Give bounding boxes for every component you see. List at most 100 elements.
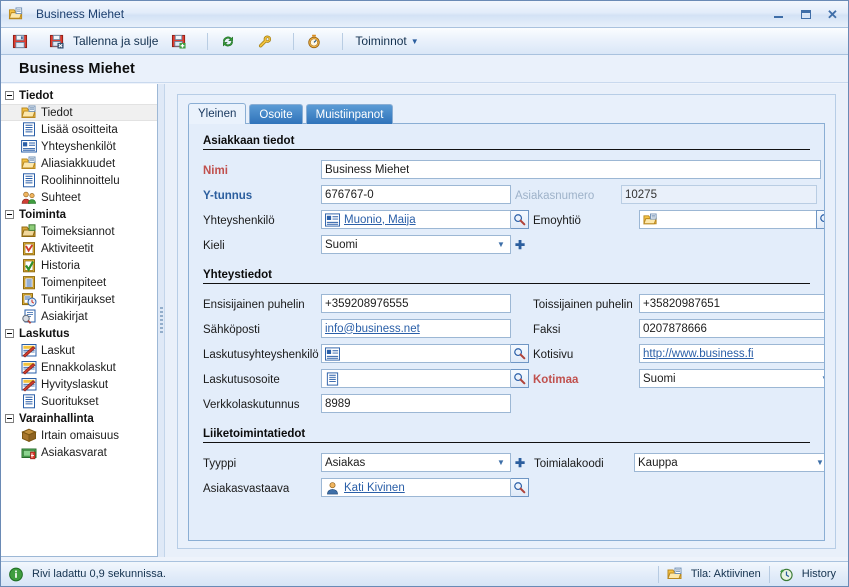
sidebar-item-toimenpiteet[interactable]: Toimenpiteet	[1, 274, 157, 291]
sidebar-item-laskut[interactable]: Laskut	[1, 342, 157, 359]
timer-button[interactable]	[301, 30, 335, 52]
input-laskutusyhteyshenkilo[interactable]	[321, 344, 511, 363]
value-sahkoposti[interactable]: info@business.net	[325, 323, 420, 335]
input-emoyhtio[interactable]	[639, 210, 824, 229]
label-kieli: Kieli	[203, 239, 225, 252]
sidebar-item-label: Toimeksiannot	[41, 225, 115, 238]
value-asiakasnumero: 10275	[625, 188, 657, 201]
page-title: Business Miehet	[19, 60, 135, 77]
sidebar-item-tiedot[interactable]: Tiedot	[1, 104, 157, 121]
sidebar-item-label: Laskut	[41, 344, 75, 357]
sidebar-item-aktiviteetit[interactable]: Aktiviteetit	[1, 240, 157, 257]
search-button-emoyhtio[interactable]	[816, 210, 824, 229]
label-verkkolaskutunnus: Verkkolaskutunnus	[203, 398, 300, 411]
search-button-laskutusosoite[interactable]	[510, 369, 529, 388]
sidebar-item-label: Aliasiakkuudet	[41, 157, 116, 170]
status-state-item[interactable]: Tila: Aktiivinen	[659, 564, 769, 584]
tab-strip: Yleinen Osoite Muistiinpanot	[188, 103, 825, 124]
input-sahkoposti[interactable]: info@business.net	[321, 319, 511, 338]
sidebar-item-asiakasvarat[interactable]: Asiakasvarat	[1, 444, 157, 461]
value-kotisivu[interactable]: http://www.business.fi	[643, 348, 754, 360]
sidebar-item-suhteet[interactable]: Suhteet	[1, 189, 157, 206]
input-faksi[interactable]: 0207878666	[639, 319, 824, 338]
value-kotimaa: Suomi	[643, 372, 676, 385]
chevron-down-icon[interactable]: ▼	[495, 240, 507, 249]
value-asiakasvastaava[interactable]: Kati Kivinen	[344, 482, 405, 494]
collapse-icon[interactable]	[5, 210, 14, 219]
sidebar-item-lis-osoitteita[interactable]: Lisää osoitteita	[1, 121, 157, 138]
sidebar-group-tiedot[interactable]: Tiedot	[1, 87, 157, 104]
collapse-icon[interactable]	[5, 329, 14, 338]
select-toimialakoodi[interactable]: Kauppa ▼	[634, 453, 824, 472]
sidebar-group-varainhallinta[interactable]: Varainhallinta	[1, 410, 157, 427]
add-button-kieli[interactable]: ✚	[514, 238, 526, 252]
form-row-yhteyshenkilo: Yhteyshenkilö Muonio, Maija Emoyhtiö	[203, 207, 824, 232]
close-button[interactable]: ✕	[819, 4, 846, 25]
sidebar-item-toimeksiannot[interactable]: Toimeksiannot	[1, 223, 157, 240]
sidebar-item-asiakirjat[interactable]: Asiakirjat	[1, 308, 157, 325]
collapse-icon[interactable]	[5, 91, 14, 100]
input-toissijainen-puhelin[interactable]: +35820987651	[639, 294, 824, 313]
sidebar-item-suoritukset[interactable]: Suoritukset	[1, 393, 157, 410]
sidebar-item-label: Toimenpiteet	[41, 276, 107, 289]
search-button-asiakasvastaava[interactable]	[510, 478, 529, 497]
select-tyyppi[interactable]: Asiakas ▼	[321, 453, 511, 472]
chevron-down-icon[interactable]: ▼	[819, 374, 824, 383]
status-history-item[interactable]: History	[770, 564, 844, 584]
sidebar-item-irtain-omaisuus[interactable]: Irtain omaisuus	[1, 427, 157, 444]
input-kotisivu[interactable]: http://www.business.fi	[639, 344, 824, 363]
form-row-nimi: Nimi Business Miehet	[203, 157, 821, 182]
collapse-icon[interactable]	[5, 414, 14, 423]
save-button[interactable]	[7, 30, 41, 52]
tab-osoite[interactable]: Osoite	[249, 104, 303, 124]
select-kotimaa[interactable]: Suomi ▼	[639, 369, 824, 388]
search-icon	[820, 214, 824, 223]
save-and-close-button[interactable]: Tallenna ja sulje	[44, 30, 163, 52]
input-ensisijainen-puhelin[interactable]: +359208976555	[321, 294, 511, 313]
input-ytunnus[interactable]: 676767-0	[321, 185, 511, 204]
value-yhteyshenkilo[interactable]: Muonio, Maija	[344, 214, 416, 226]
label-laskutusyhteyshenkilo: Laskutusyhteyshenkilö	[203, 348, 319, 361]
search-button-yhteyshenkilo[interactable]	[510, 210, 529, 229]
label-emoyhtio: Emoyhtiö	[533, 214, 581, 227]
select-kieli[interactable]: Suomi ▼	[321, 235, 511, 254]
tab-muistiinpanot[interactable]: Muistiinpanot	[305, 104, 394, 124]
minimize-button[interactable]	[765, 4, 792, 25]
search-icon	[514, 482, 526, 494]
sidebar-item-roolihinnoittelu[interactable]: Roolihinnoittelu	[1, 172, 157, 189]
sidebar-group-laskutus[interactable]: Laskutus	[1, 325, 157, 342]
sidebar-group-label: Laskutus	[19, 327, 70, 340]
label-faksi: Faksi	[533, 323, 561, 336]
label-yhteyshenkilo: Yhteyshenkilö	[203, 214, 275, 227]
sidebar-item-ennakkolaskut[interactable]: Ennakkolaskut	[1, 359, 157, 376]
input-nimi[interactable]: Business Miehet	[321, 160, 821, 179]
input-verkkolaskutunnus[interactable]: 8989	[321, 394, 511, 413]
input-yhteyshenkilo[interactable]: Muonio, Maija	[321, 210, 511, 229]
sidebar-group-toiminta[interactable]: Toiminta	[1, 206, 157, 223]
folder-open-icon	[21, 105, 36, 118]
sidebar-item-hyvityslaskut[interactable]: Hyvityslaskut	[1, 376, 157, 393]
stopwatch-icon	[308, 34, 321, 48]
refresh-button[interactable]	[215, 30, 249, 52]
value-toissijainen-puhelin: +35820987651	[643, 297, 721, 310]
sidebar-item-tuntikirjaukset[interactable]: Tuntikirjaukset	[1, 291, 157, 308]
sidebar-item-label: Irtain omaisuus	[41, 429, 119, 442]
sidebar-item-historia[interactable]: Historia	[1, 257, 157, 274]
sidebar-item-aliasiakkuudet[interactable]: Aliasiakkuudet	[1, 155, 157, 172]
sidebar-splitter[interactable]	[158, 84, 165, 557]
input-laskutusosoite[interactable]	[321, 369, 511, 388]
add-button-tyyppi[interactable]: ✚	[514, 456, 526, 470]
search-button-laskutusyhteyshenkilo[interactable]	[510, 344, 529, 363]
tools-button[interactable]	[252, 30, 286, 52]
person-icon	[327, 481, 338, 494]
detail-panel: Yleinen Osoite Muistiinpanot Asiakkaan tie…	[177, 94, 836, 549]
form-row-laskutusyhteyshenkilo: Laskutusyhteyshenkilö Kotisivu http://ww…	[203, 341, 824, 366]
chevron-down-icon[interactable]: ▼	[814, 458, 824, 467]
chevron-down-icon[interactable]: ▼	[495, 458, 507, 467]
actions-menu-button[interactable]: Toiminnot ▼	[350, 30, 423, 52]
maximize-button[interactable]	[792, 4, 819, 25]
input-asiakasvastaava[interactable]: Kati Kivinen	[321, 478, 511, 497]
sidebar-item-yhteyshenkil-t[interactable]: Yhteyshenkilöt	[1, 138, 157, 155]
new-button[interactable]	[166, 30, 200, 52]
tab-yleinen[interactable]: Yleinen	[188, 103, 247, 124]
